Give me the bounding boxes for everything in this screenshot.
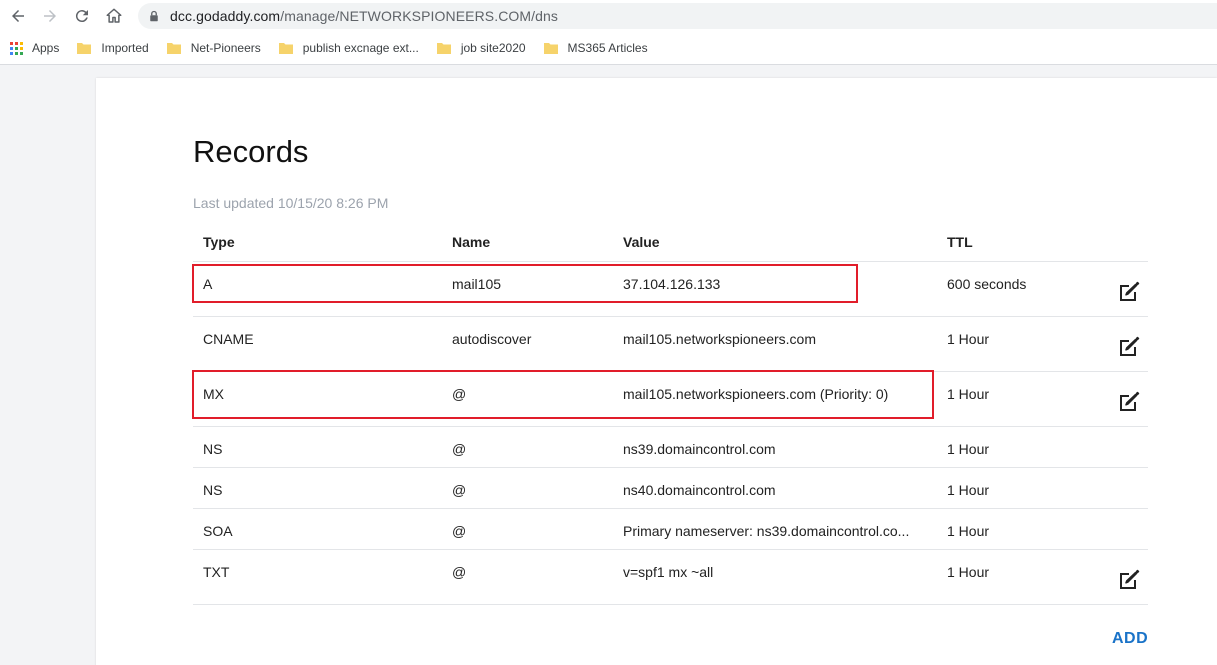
- edit-icon[interactable]: [1117, 335, 1141, 359]
- cell-value: ns39.domaincontrol.com: [623, 441, 776, 457]
- cell-ttl: 1 Hour: [947, 441, 990, 457]
- table-row: SOA @ Primary nameserver: ns39.domaincon…: [193, 509, 1148, 550]
- cell-name: @: [452, 564, 467, 580]
- cell-ttl: 1 Hour: [947, 523, 990, 539]
- cell-name: autodiscover: [452, 331, 532, 347]
- bookmark-publish-exchange[interactable]: publish excnage ext...: [278, 41, 419, 55]
- bookmark-imported[interactable]: Imported: [77, 41, 149, 55]
- cell-value: Primary nameserver: ns39.domaincontrol.c…: [623, 523, 910, 539]
- add-record-button[interactable]: ADD: [1112, 630, 1148, 648]
- header-ttl: TTL: [947, 234, 973, 250]
- bookmarks-bar: Apps Imported Net-Pioneers publish excna…: [0, 32, 1217, 65]
- bookmark-net-pioneers[interactable]: Net-Pioneers: [166, 41, 261, 55]
- folder-icon: [278, 43, 293, 54]
- cell-value: mail105.networkspioneers.com: [623, 331, 816, 347]
- cell-ttl: 1 Hour: [947, 482, 990, 498]
- cell-ttl: 1 Hour: [947, 564, 990, 580]
- highlight-box-a-record: [192, 264, 858, 303]
- cell-value: ns40.domaincontrol.com: [623, 482, 776, 498]
- edit-icon[interactable]: [1117, 568, 1141, 592]
- apps-grid-icon: [10, 41, 23, 55]
- bookmark-label: MS365 Articles: [567, 41, 648, 55]
- header-type: Type: [203, 234, 235, 250]
- page-title: Records: [193, 134, 309, 169]
- cell-ttl: 600 seconds: [947, 276, 1027, 292]
- cell-type: SOA: [203, 523, 233, 539]
- cell-name: @: [452, 482, 467, 498]
- bookmark-apps[interactable]: Apps: [10, 41, 59, 55]
- cell-type: NS: [203, 441, 223, 457]
- folder-icon: [436, 43, 451, 54]
- bookmark-label: publish excnage ext...: [302, 41, 419, 55]
- cell-type: TXT: [203, 564, 230, 580]
- last-updated-text: Last updated 10/15/20 8:26 PM: [193, 195, 389, 211]
- edit-icon[interactable]: [1117, 280, 1141, 304]
- header-name: Name: [452, 234, 491, 250]
- back-arrow-icon[interactable]: [5, 4, 31, 28]
- table-row: NS @ ns39.domaincontrol.com 1 Hour: [193, 427, 1148, 468]
- table-row: NS @ ns40.domaincontrol.com 1 Hour: [193, 468, 1148, 509]
- url-text: dcc.godaddy.com/manage/NETWORKSPIONEERS.…: [170, 8, 558, 24]
- folder-icon: [543, 43, 558, 54]
- table-header: Type Name Value TTL: [193, 226, 1148, 262]
- folder-icon: [166, 43, 181, 54]
- cell-value: v=spf1 mx ~all: [623, 564, 714, 580]
- cell-name: @: [452, 441, 467, 457]
- table-row: TXT @ v=spf1 mx ~all 1 Hour: [193, 550, 1148, 605]
- home-icon[interactable]: [101, 4, 127, 28]
- browser-toolbar: dcc.godaddy.com/manage/NETWORKSPIONEERS.…: [0, 0, 1217, 32]
- bookmark-label: Apps: [32, 41, 60, 55]
- address-bar[interactable]: dcc.godaddy.com/manage/NETWORKSPIONEERS.…: [138, 3, 1217, 29]
- cell-type: NS: [203, 482, 223, 498]
- records-card: Records Last updated 10/15/20 8:26 PM Ty…: [96, 78, 1217, 665]
- bookmark-label: Net-Pioneers: [190, 41, 261, 55]
- folder-icon: [77, 43, 92, 54]
- bookmark-job-site[interactable]: job site2020: [436, 41, 526, 55]
- highlight-box-mx-record: [192, 370, 934, 419]
- cell-ttl: 1 Hour: [947, 386, 990, 402]
- bookmark-label: Imported: [101, 41, 149, 55]
- bookmark-ms365-articles[interactable]: MS365 Articles: [543, 41, 648, 55]
- edit-icon[interactable]: [1117, 390, 1141, 414]
- reload-icon[interactable]: [69, 4, 95, 28]
- table-row: CNAME autodiscover mail105.networkspione…: [193, 317, 1148, 372]
- url-path: /manage/NETWORKSPIONEERS.COM/dns: [280, 8, 559, 24]
- header-value: Value: [623, 234, 660, 250]
- forward-arrow-icon[interactable]: [37, 4, 63, 28]
- cell-name: @: [452, 523, 467, 539]
- cell-type: CNAME: [203, 331, 254, 347]
- bookmark-label: job site2020: [460, 41, 526, 55]
- url-host: dcc.godaddy.com: [170, 8, 281, 24]
- lock-icon: [148, 9, 162, 23]
- cell-ttl: 1 Hour: [947, 331, 990, 347]
